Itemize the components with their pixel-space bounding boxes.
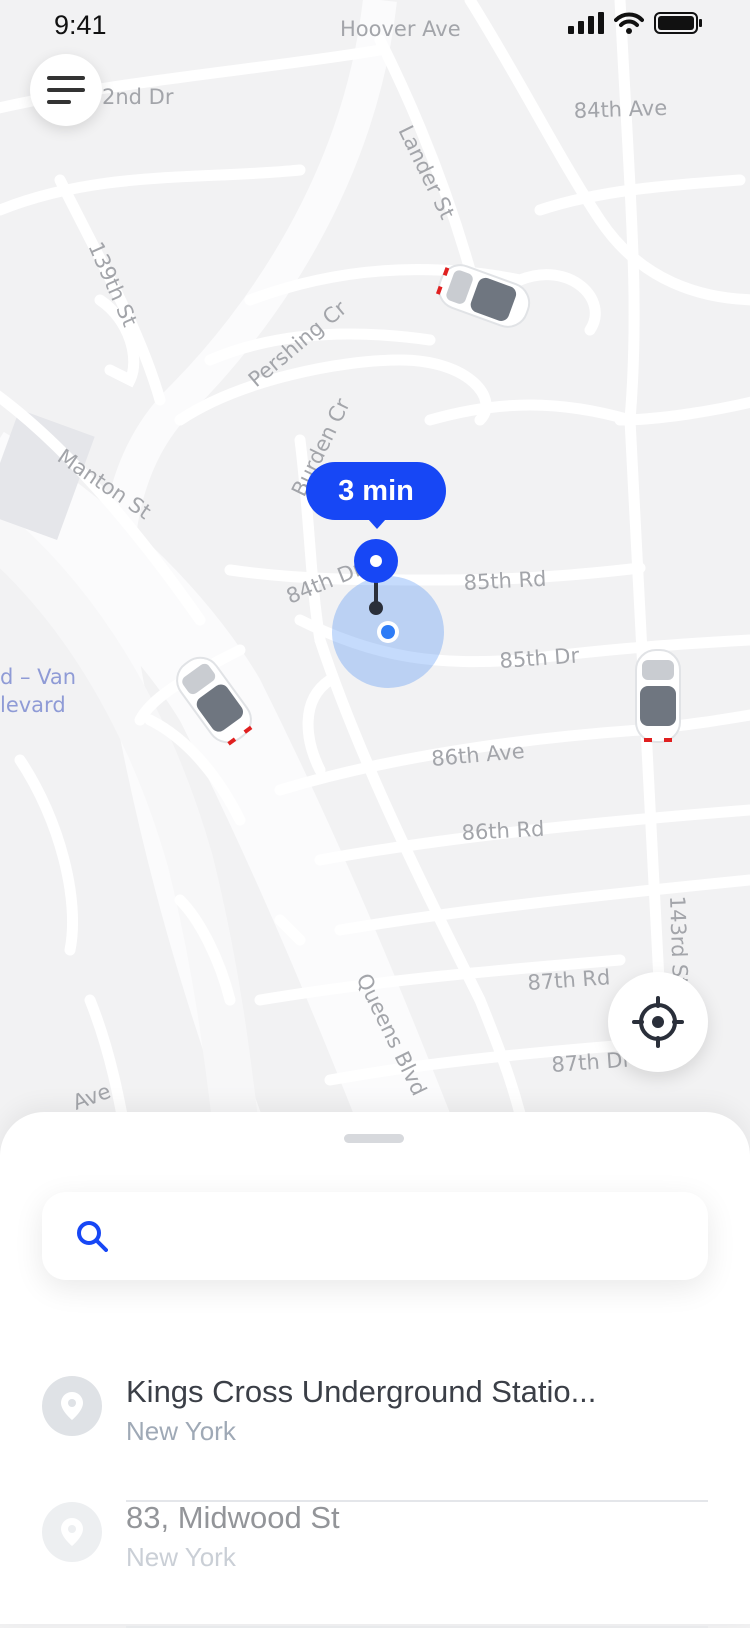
place-pin-container xyxy=(42,1502,102,1562)
street-85th-rd: 85th Rd xyxy=(463,567,547,595)
street-86th-ave: 86th Ave xyxy=(430,739,525,771)
recent-place-item[interactable]: Kings Cross Underground Statio... New Yo… xyxy=(42,1374,708,1502)
recenter-location-button[interactable] xyxy=(608,972,708,1072)
menu-button[interactable] xyxy=(30,54,102,126)
street-85th-dr: 85th Dr xyxy=(499,643,581,673)
place-subtitle: New York xyxy=(126,1416,236,1446)
status-bar: 9:41 xyxy=(0,0,750,50)
status-time: 9:41 xyxy=(54,10,107,40)
street-84th-ave: 84th Ave xyxy=(573,96,667,123)
location-pin-icon xyxy=(61,1518,83,1546)
sheet-drag-handle[interactable] xyxy=(344,1134,404,1143)
place-pin-container xyxy=(42,1376,102,1436)
search-bar[interactable] xyxy=(42,1192,708,1282)
street-82nd-dr: 2nd Dr xyxy=(102,85,174,109)
place-title: Kings Cross Underground Statio... xyxy=(126,1374,597,1409)
street-van-line1: d – Van xyxy=(0,665,76,689)
menu-icon xyxy=(47,76,85,104)
signal-icon xyxy=(568,12,604,34)
place-title: 83, Midwood St xyxy=(126,1500,340,1535)
search-icon xyxy=(77,1221,108,1252)
street-86th-rd: 86th Rd xyxy=(461,817,545,845)
place-subtitle: New York xyxy=(126,1542,236,1572)
bottom-sheet: Kings Cross Underground Statio... New Yo… xyxy=(0,1112,750,1628)
recent-place-item[interactable]: 83, Midwood St New York xyxy=(42,1500,708,1628)
search-input[interactable] xyxy=(128,1192,692,1282)
battery-icon xyxy=(654,12,702,34)
street-87th-rd: 87th Rd xyxy=(527,965,611,995)
status-icons xyxy=(568,12,702,34)
location-pin-icon xyxy=(61,1392,83,1420)
street-ave-bottom: Ave xyxy=(70,1079,114,1115)
wifi-icon xyxy=(614,12,644,34)
street-van-line2: levard xyxy=(0,693,66,717)
car-icon xyxy=(635,649,681,743)
crosshair-icon xyxy=(632,996,684,1048)
current-location-dot xyxy=(381,625,395,639)
eta-bubble: 3 min xyxy=(306,462,446,529)
